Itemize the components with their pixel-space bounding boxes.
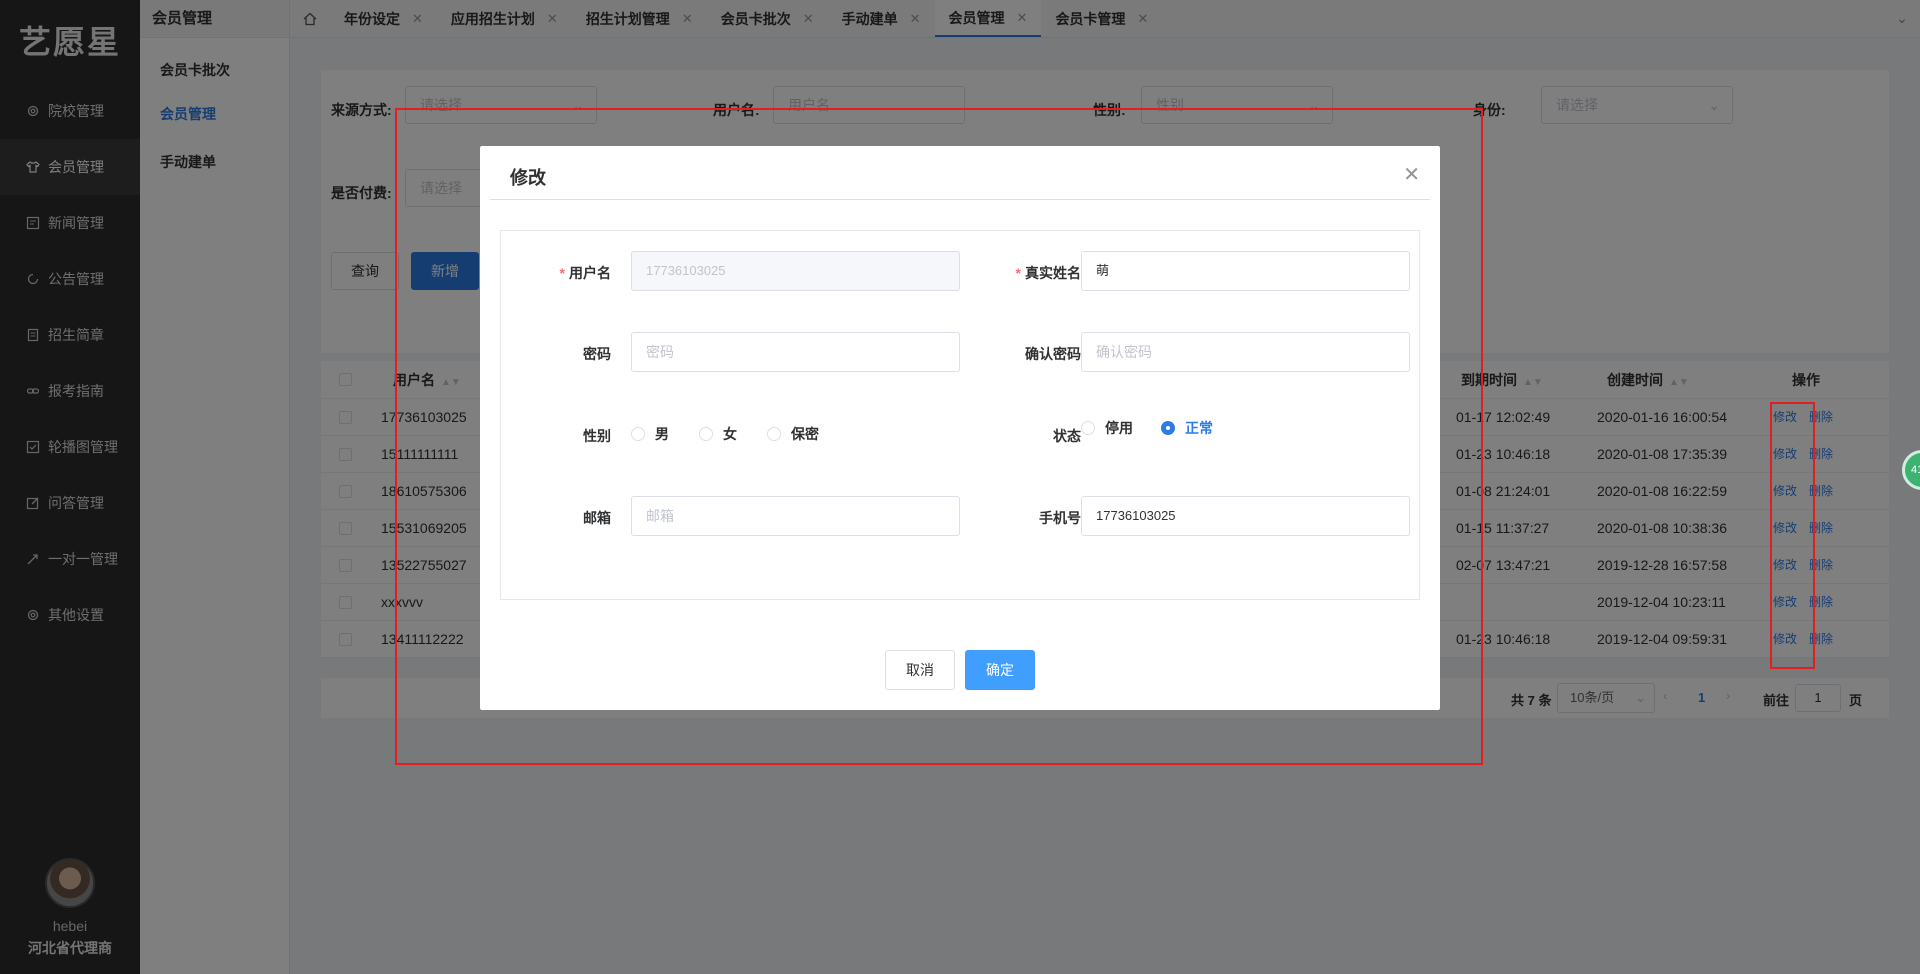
gender-radio-male[interactable]: 男	[631, 424, 669, 444]
radio-circle	[631, 427, 645, 441]
phone-label: 手机号	[1039, 510, 1081, 526]
realname-label: * 真实姓名	[971, 263, 1081, 283]
gender-radio-female[interactable]: 女	[699, 424, 737, 444]
edit-dialog: 修改 ✕ * 用户名 17736103025 * 真实姓名 萌 密码 密码 确认密码…	[480, 146, 1440, 710]
radio-label: 女	[723, 426, 737, 442]
close-icon[interactable]: ✕	[1403, 162, 1420, 187]
label-text: 用户名	[569, 265, 611, 281]
radio-label: 男	[655, 426, 669, 442]
radio-circle	[699, 427, 713, 441]
confirm-password-input[interactable]: 确认密码	[1081, 332, 1410, 372]
cancel-button[interactable]: 取消	[885, 650, 955, 690]
dialog-title: 修改	[510, 168, 546, 188]
password-label: 密码	[583, 346, 611, 362]
radio-circle	[1081, 421, 1095, 435]
username-input[interactable]: 17736103025	[631, 251, 960, 291]
confirm-button[interactable]: 确定	[965, 650, 1035, 690]
radio-circle	[767, 427, 781, 441]
phone-input[interactable]: 17736103025	[1081, 496, 1410, 536]
status-label: 状态	[1053, 428, 1081, 444]
confirm-password-label: 确认密码	[1025, 346, 1081, 362]
realname-input[interactable]: 萌	[1081, 251, 1410, 291]
email-input[interactable]: 邮箱	[631, 496, 960, 536]
username-label: * 用户名	[501, 263, 611, 283]
radio-circle	[1161, 421, 1175, 435]
gender-label: 性别	[583, 428, 611, 444]
gender-radio-secret[interactable]: 保密	[767, 424, 819, 444]
dialog-divider	[490, 199, 1430, 200]
required-mark: *	[559, 265, 565, 281]
status-radio-disabled[interactable]: 停用	[1081, 418, 1133, 438]
dialog-form: * 用户名 17736103025 * 真实姓名 萌 密码 密码 确认密码 确认密码…	[500, 230, 1420, 600]
radio-label: 保密	[791, 426, 819, 442]
label-text: 真实姓名	[1025, 265, 1081, 281]
radio-label: 停用	[1105, 420, 1133, 436]
required-mark: *	[1015, 265, 1021, 281]
email-label: 邮箱	[583, 510, 611, 526]
password-input[interactable]: 密码	[631, 332, 960, 372]
annotation-box-ops-column	[1770, 402, 1815, 669]
status-radio-normal[interactable]: 正常	[1161, 418, 1213, 438]
radio-label: 正常	[1185, 420, 1213, 436]
